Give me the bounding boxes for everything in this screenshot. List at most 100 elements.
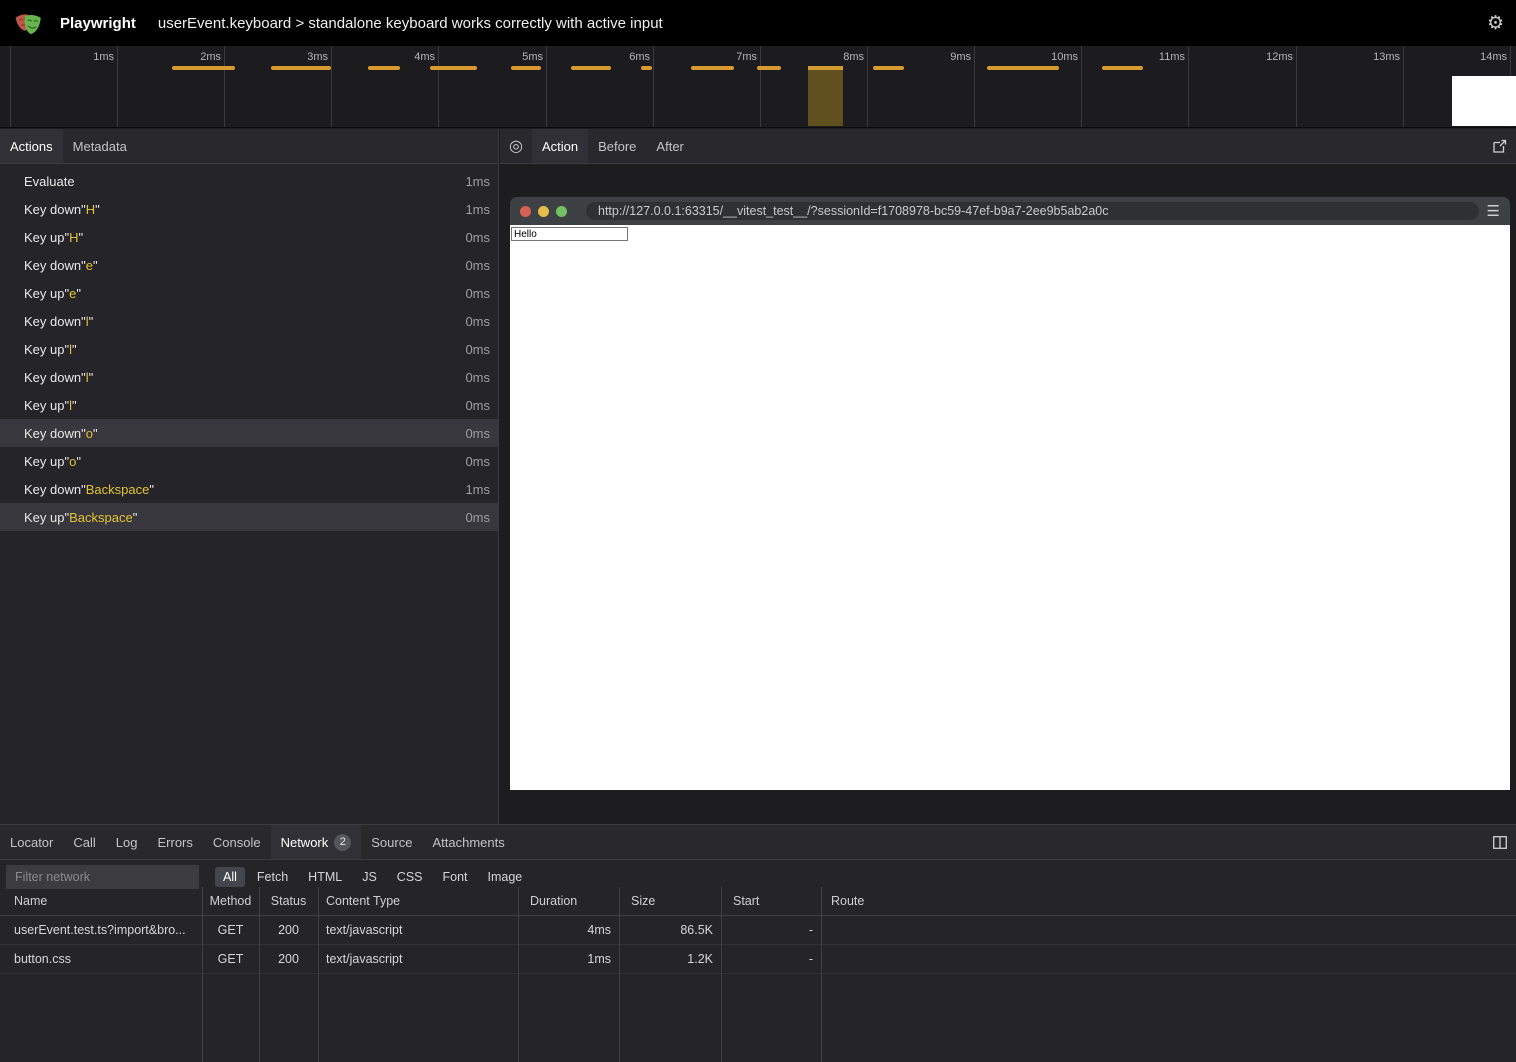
- pick-locator-icon[interactable]: ◎: [500, 129, 532, 163]
- col-header-route[interactable]: Route: [821, 894, 1516, 908]
- actions-panel-tab[interactable]: Metadata: [63, 129, 137, 163]
- timeline[interactable]: 1ms 2ms 3ms 4ms 5ms 6ms 7ms 8ms 9ms 10: [0, 46, 1516, 128]
- action-duration: 0ms: [465, 286, 490, 301]
- snapshot-tab[interactable]: Before: [588, 129, 646, 163]
- actions-list: Evaluate 1ms Key down "H" 1ms Key up "H"…: [0, 164, 498, 531]
- action-quote: ": [133, 510, 138, 525]
- action-label: Key down: [24, 202, 81, 217]
- action-label: Key down: [24, 314, 81, 329]
- actions-panel-tab[interactable]: Actions: [0, 129, 63, 163]
- network-table-header: Name Method Status Content Type Duration…: [0, 887, 1516, 916]
- action-row[interactable]: Key down "H" 1ms: [0, 195, 498, 223]
- bottom-panel-tab[interactable]: Log: [106, 825, 148, 859]
- snapshot-tab[interactable]: After: [646, 129, 693, 163]
- timeline-action-bar[interactable]: [271, 66, 331, 70]
- request-method: GET: [202, 923, 259, 937]
- bottom-panel-tab[interactable]: Call: [63, 825, 105, 859]
- action-duration: 0ms: [465, 398, 490, 413]
- action-label: Evaluate: [24, 174, 75, 189]
- bottom-panel-tab[interactable]: Network 2: [271, 825, 362, 859]
- timeline-action-bar[interactable]: [987, 66, 1059, 70]
- network-request-row[interactable]: userEvent.test.ts?import&bro... GET 200 …: [0, 916, 1516, 945]
- network-request-row[interactable]: button.css GET 200 text/javascript 1ms 1…: [0, 945, 1516, 974]
- network-table: Name Method Status Content Type Duration…: [0, 887, 1516, 1062]
- action-key-value: e: [69, 286, 76, 301]
- timeline-tick-label: 5ms: [486, 51, 543, 63]
- request-duration: 4ms: [518, 923, 619, 937]
- timeline-action-bar[interactable]: [368, 66, 400, 70]
- url-text: http://127.0.0.1:63315/__vitest_test__/?…: [598, 204, 1108, 218]
- col-header-size[interactable]: Size: [619, 894, 721, 908]
- action-row[interactable]: Key up "H" 0ms: [0, 223, 498, 251]
- col-header-start[interactable]: Start: [721, 894, 821, 908]
- snapshot-tab[interactable]: Action: [532, 129, 588, 163]
- network-filter-chip[interactable]: Image: [480, 867, 531, 887]
- page-text-input[interactable]: [511, 227, 628, 241]
- action-key-value: H: [86, 202, 95, 217]
- request-start: -: [721, 923, 821, 937]
- timeline-gridline: [974, 46, 975, 127]
- request-name: userEvent.test.ts?import&bro...: [0, 923, 202, 937]
- timeline-action-bar[interactable]: [172, 66, 235, 70]
- action-row[interactable]: Key up "l" 0ms: [0, 335, 498, 363]
- col-header-status[interactable]: Status: [259, 894, 318, 908]
- action-label: Key up: [24, 286, 64, 301]
- bottom-panel-tab[interactable]: Console: [203, 825, 271, 859]
- network-filter-chip[interactable]: Fetch: [249, 867, 296, 887]
- col-header-method[interactable]: Method: [202, 894, 259, 908]
- action-row[interactable]: Key down "o" 0ms: [0, 419, 498, 447]
- network-filter-chip[interactable]: JS: [354, 867, 385, 887]
- action-row[interactable]: Key down "e" 0ms: [0, 251, 498, 279]
- timeline-action-bar[interactable]: [641, 66, 652, 70]
- timeline-tick-label: 4ms: [378, 51, 435, 63]
- col-header-duration[interactable]: Duration: [518, 894, 619, 908]
- action-row[interactable]: Evaluate 1ms: [0, 167, 498, 195]
- timeline-action-bar[interactable]: [511, 66, 541, 70]
- bottom-panel-tab[interactable]: Source: [361, 825, 422, 859]
- timeline-screenshot-thumbnail[interactable]: [1452, 76, 1516, 126]
- settings-gear-icon[interactable]: ⚙: [1487, 14, 1504, 33]
- timeline-action-bar[interactable]: [430, 66, 477, 70]
- action-row[interactable]: Key up "o" 0ms: [0, 447, 498, 475]
- action-duration: 0ms: [465, 314, 490, 329]
- action-label: Key down: [24, 426, 81, 441]
- column-divider: [821, 887, 822, 1062]
- action-row[interactable]: Key down "l" 0ms: [0, 363, 498, 391]
- request-start: -: [721, 952, 821, 966]
- col-header-name[interactable]: Name: [0, 894, 202, 908]
- col-header-content-type[interactable]: Content Type: [318, 894, 518, 908]
- bottom-panel-tab[interactable]: Errors: [147, 825, 202, 859]
- request-method: GET: [202, 952, 259, 966]
- action-row[interactable]: Key up "l" 0ms: [0, 391, 498, 419]
- timeline-tick-label: 11ms: [1128, 51, 1185, 63]
- network-filter-chip[interactable]: CSS: [389, 867, 431, 887]
- action-label: Key up: [24, 398, 64, 413]
- timeline-action-bar[interactable]: [571, 66, 611, 70]
- open-external-icon[interactable]: [1484, 129, 1516, 163]
- network-filter-chip[interactable]: All: [215, 867, 245, 887]
- action-row[interactable]: Key down "l" 0ms: [0, 307, 498, 335]
- playwright-logo-icon: [12, 6, 46, 40]
- bottom-tab-label: Source: [371, 835, 412, 850]
- action-key-value: H: [69, 230, 78, 245]
- timeline-action-bar[interactable]: [691, 66, 734, 70]
- timeline-action-bar[interactable]: [757, 66, 781, 70]
- timeline-selected-range[interactable]: [808, 66, 843, 126]
- action-quote: ": [93, 258, 98, 273]
- action-label: Key up: [24, 454, 64, 469]
- timeline-action-bar[interactable]: [1102, 66, 1143, 70]
- timeline-action-bar[interactable]: [873, 66, 904, 70]
- request-size: 1.2K: [619, 952, 721, 966]
- action-row[interactable]: Key up "e" 0ms: [0, 279, 498, 307]
- action-row[interactable]: Key up "Backspace" 0ms: [0, 503, 498, 531]
- action-row[interactable]: Key down "Backspace" 1ms: [0, 475, 498, 503]
- action-quote: ": [76, 286, 81, 301]
- network-filter-chip[interactable]: HTML: [300, 867, 350, 887]
- bottom-panel-tab[interactable]: Attachments: [422, 825, 514, 859]
- bottom-panel-tab[interactable]: Locator: [0, 825, 63, 859]
- network-filter-chip[interactable]: Font: [435, 867, 476, 887]
- split-view-icon[interactable]: [1484, 825, 1516, 859]
- timeline-gridline: [224, 46, 225, 127]
- action-duration: 0ms: [465, 230, 490, 245]
- filter-network-input[interactable]: [6, 865, 199, 889]
